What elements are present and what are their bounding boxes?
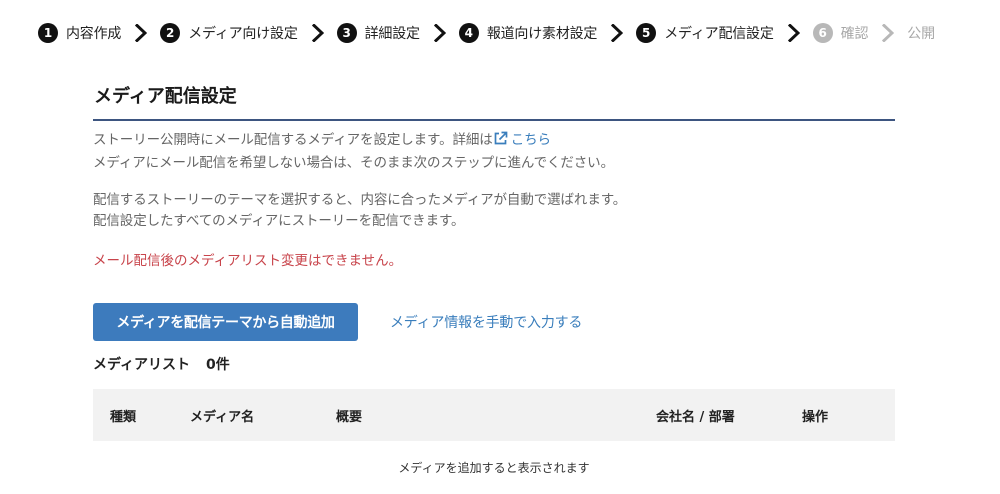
description: ストーリー公開時にメール配信するメディアを設定します。詳細は こちら メディアにメ… [93, 130, 895, 232]
step-number: 1 [38, 23, 58, 43]
chevron-right-icon [611, 24, 624, 42]
step-label: 内容作成 [66, 26, 122, 42]
external-link-icon [493, 131, 508, 153]
title-divider [93, 119, 895, 121]
description-text: ストーリー公開時にメール配信するメディアを設定します。詳細は [93, 132, 493, 148]
step-label: 確認 [840, 26, 869, 42]
description-line: ストーリー公開時にメール配信するメディアを設定します。詳細は こちら [93, 130, 895, 153]
media-table-header: 種類 メディア名 概要 会社名 / 部署 操作 [93, 389, 895, 441]
step-number: 6 [812, 23, 833, 43]
chevron-right-icon [882, 24, 895, 42]
step-2: 2 メディア向け設定 [160, 21, 298, 45]
step-6: 6 確認 [812, 21, 869, 45]
chevron-right-icon [433, 24, 446, 42]
warning-text: メール配信後のメディアリスト変更はできません。 [93, 253, 403, 269]
column-header-summary: 概要 [336, 409, 363, 425]
step-3: 3 詳細設定 [336, 21, 420, 45]
step-label: 報道向け素材設定 [486, 26, 598, 42]
media-list-count: 0件 [206, 357, 230, 373]
empty-table-message: メディアを追加すると表示されます [398, 461, 590, 475]
step-label: 詳細設定 [364, 26, 420, 42]
step-7: 公開 [907, 21, 935, 45]
step-number: 3 [336, 23, 357, 43]
step-4: 4 報道向け素材設定 [458, 21, 598, 45]
manual-input-link[interactable]: メディア情報を手動で入力する [390, 312, 582, 332]
chevron-right-icon [311, 24, 324, 42]
step-number: 5 [636, 23, 657, 43]
details-link[interactable]: こちら [493, 131, 551, 148]
description-line: 配信設定したすべてのメディアにストーリーを配信できます。 [93, 213, 465, 229]
progress-stepper: 1 内容作成 2 メディア向け設定 3 詳細設定 4 報道向け素材設定 5 メデ… [38, 21, 935, 45]
step-number: 2 [160, 23, 181, 43]
page-title: メディア配信設定 [94, 86, 237, 107]
media-list-title: メディアリスト [93, 357, 191, 373]
auto-add-media-button[interactable]: メディアを配信テーマから自動追加 [93, 303, 358, 341]
column-header-actions: 操作 [802, 409, 829, 425]
step-1: 1 内容作成 [38, 21, 121, 45]
chevron-right-icon [135, 24, 148, 42]
step-label: 公開 [907, 26, 935, 42]
media-list-header: メディアリスト 0件 [93, 355, 895, 375]
column-header-company: 会社名 / 部署 [656, 409, 735, 425]
main-content: メディア配信設定 ストーリー公開時にメール配信するメディアを設定します。詳細は こ… [93, 82, 895, 476]
step-label: メディア向け設定 [188, 26, 298, 42]
step-5: 5 メディア配信設定 [636, 21, 774, 45]
chevron-right-icon [787, 24, 800, 42]
column-header-media-name: メディア名 [190, 409, 255, 425]
description-line: 配信するストーリーのテーマを選択すると、内容に合ったメディアが自動で選ばれます。 [93, 192, 627, 208]
action-bar: メディアを配信テーマから自動追加 メディア情報を手動で入力する [93, 303, 895, 341]
details-link-label: こちら [510, 132, 551, 148]
step-label: メディア配信設定 [664, 26, 774, 42]
column-header-type: 種類 [110, 409, 137, 425]
step-number: 4 [458, 23, 479, 43]
description-line: メディアにメール配信を希望しない場合は、そのまま次のステップに進んでください。 [93, 155, 614, 171]
